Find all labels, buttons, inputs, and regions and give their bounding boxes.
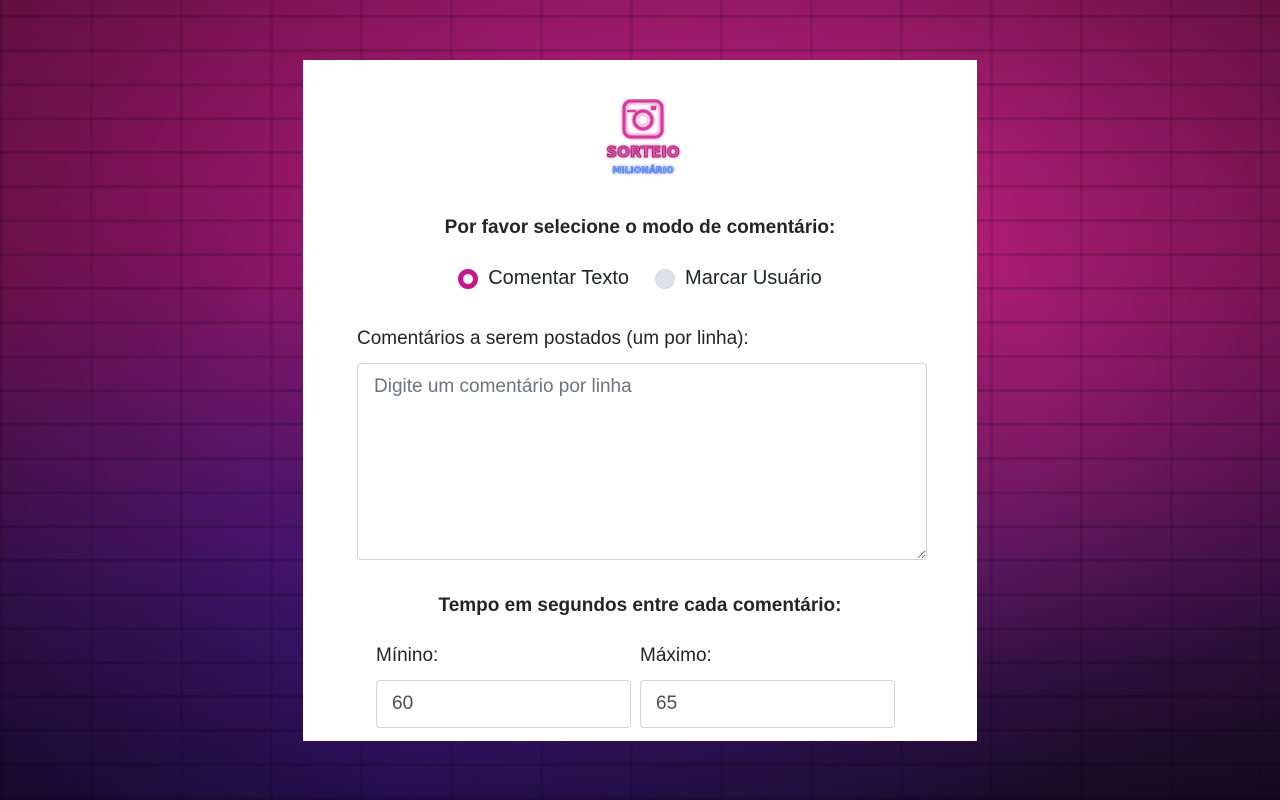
radio-tag-user-label: Marcar Usuário (685, 267, 822, 289)
radio-comment-text[interactable]: Comentar Texto (458, 267, 629, 290)
logo-text-sorteio: SORTEIO (606, 143, 679, 161)
radio-unchecked-icon[interactable] (655, 268, 676, 289)
min-seconds-label: Mínino: (376, 645, 439, 666)
comments-label: Comentários a serem postados (um por lin… (357, 328, 749, 349)
radio-tag-user[interactable]: Marcar Usuário (655, 267, 822, 290)
comments-textarea[interactable] (357, 363, 927, 560)
radio-checked-icon[interactable] (458, 268, 479, 289)
logo: SORTEIO MILIONÁRIO (606, 99, 680, 176)
logo-text-milionario: MILIONÁRIO (612, 164, 674, 176)
max-seconds-input[interactable] (640, 680, 895, 728)
min-seconds-input[interactable] (376, 680, 631, 728)
radio-comment-text-label: Comentar Texto (488, 267, 630, 289)
comment-mode-title: Por favor selecione o modo de comentário… (444, 217, 836, 238)
settings-card: SORTEIO MILIONÁRIO Por favor selecione o… (303, 60, 977, 741)
instagram-camera-icon (622, 99, 664, 139)
comment-mode-radio-group: Comentar Texto Marcar Usuário (303, 267, 977, 290)
max-seconds-label: Máximo: (640, 645, 712, 666)
interval-title: Tempo em segundos entre cada comentário: (438, 595, 842, 616)
